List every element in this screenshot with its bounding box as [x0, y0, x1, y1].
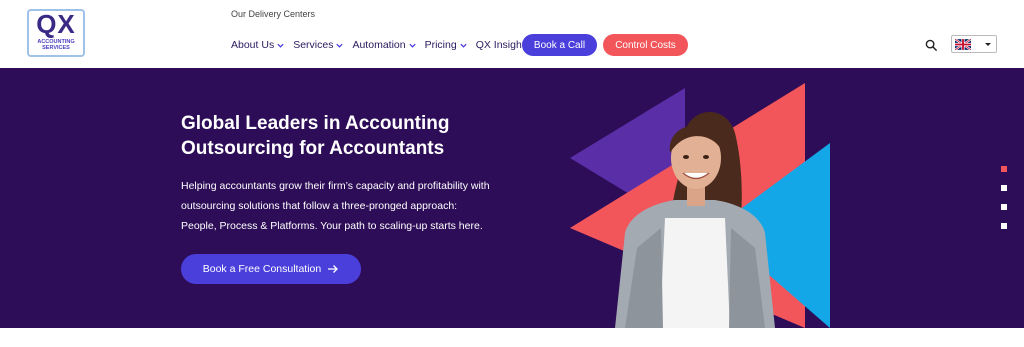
nav-label: Pricing [424, 39, 457, 51]
language-selector[interactable] [951, 35, 997, 53]
control-costs-button[interactable]: Control Costs [603, 34, 688, 56]
uk-flag-icon [955, 39, 971, 50]
search-icon[interactable] [925, 39, 938, 52]
chevron-down-icon [336, 43, 344, 48]
slide-dot-1[interactable] [1001, 166, 1007, 172]
hero-banner: Global Leaders in Accounting Outsourcing… [0, 68, 1024, 328]
hero-text-line: Helping accountants grow their firm’s ca… [181, 180, 490, 192]
logo-mark: QX [36, 9, 76, 39]
nav-pricing[interactable]: Pricing [425, 39, 468, 51]
hero-title-line: Outsourcing for Accountants [181, 138, 445, 159]
nav-services[interactable]: Services [293, 39, 344, 51]
cta-label: Book a Free Consultation [202, 263, 322, 275]
slide-dot-2[interactable] [1001, 185, 1007, 191]
arrow-right-icon [328, 265, 339, 273]
nav-about-us[interactable]: About Us [231, 39, 285, 51]
slide-dot-3[interactable] [1001, 204, 1007, 210]
chevron-down-icon [277, 43, 284, 48]
slide-dot-4[interactable] [1001, 223, 1007, 229]
hero-text-line: outsourcing solutions that follow a thre… [181, 200, 458, 212]
hero-title-line: Global Leaders in Accounting [181, 113, 450, 134]
main-nav: About Us Services Automation Pricing QX … [231, 38, 544, 52]
nav-label: About Us [231, 39, 275, 51]
nav-label: Automation [352, 39, 406, 51]
nav-label: QX Insight [475, 39, 525, 51]
caret-down-icon [985, 43, 991, 46]
book-free-consultation-button[interactable]: Book a Free Consultation [181, 254, 361, 284]
logo-subtitle: ACCOUNTING SERVICES [37, 39, 75, 51]
hero-text-line: People, Process & Platforms. Your path t… [181, 220, 483, 232]
hero-title: Global Leaders in Accounting Outsourcing… [181, 111, 511, 161]
book-a-call-button[interactable]: Book a Call [522, 34, 597, 56]
chevron-down-icon [408, 43, 416, 48]
nav-label: Services [293, 39, 334, 51]
chevron-down-icon [460, 43, 467, 48]
hero-illustration [570, 83, 830, 328]
hero-description: Helping accountants grow their firm’s ca… [181, 176, 541, 236]
qx-logo[interactable]: QX ACCOUNTING SERVICES [27, 9, 85, 57]
page-below-hero [0, 328, 1024, 347]
site-header: QX ACCOUNTING SERVICES Our Delivery Cent… [0, 0, 1024, 68]
nav-automation[interactable]: Automation [352, 39, 416, 51]
slider-pagination [1001, 166, 1007, 229]
delivery-centers-link[interactable]: Our Delivery Centers [231, 9, 315, 19]
